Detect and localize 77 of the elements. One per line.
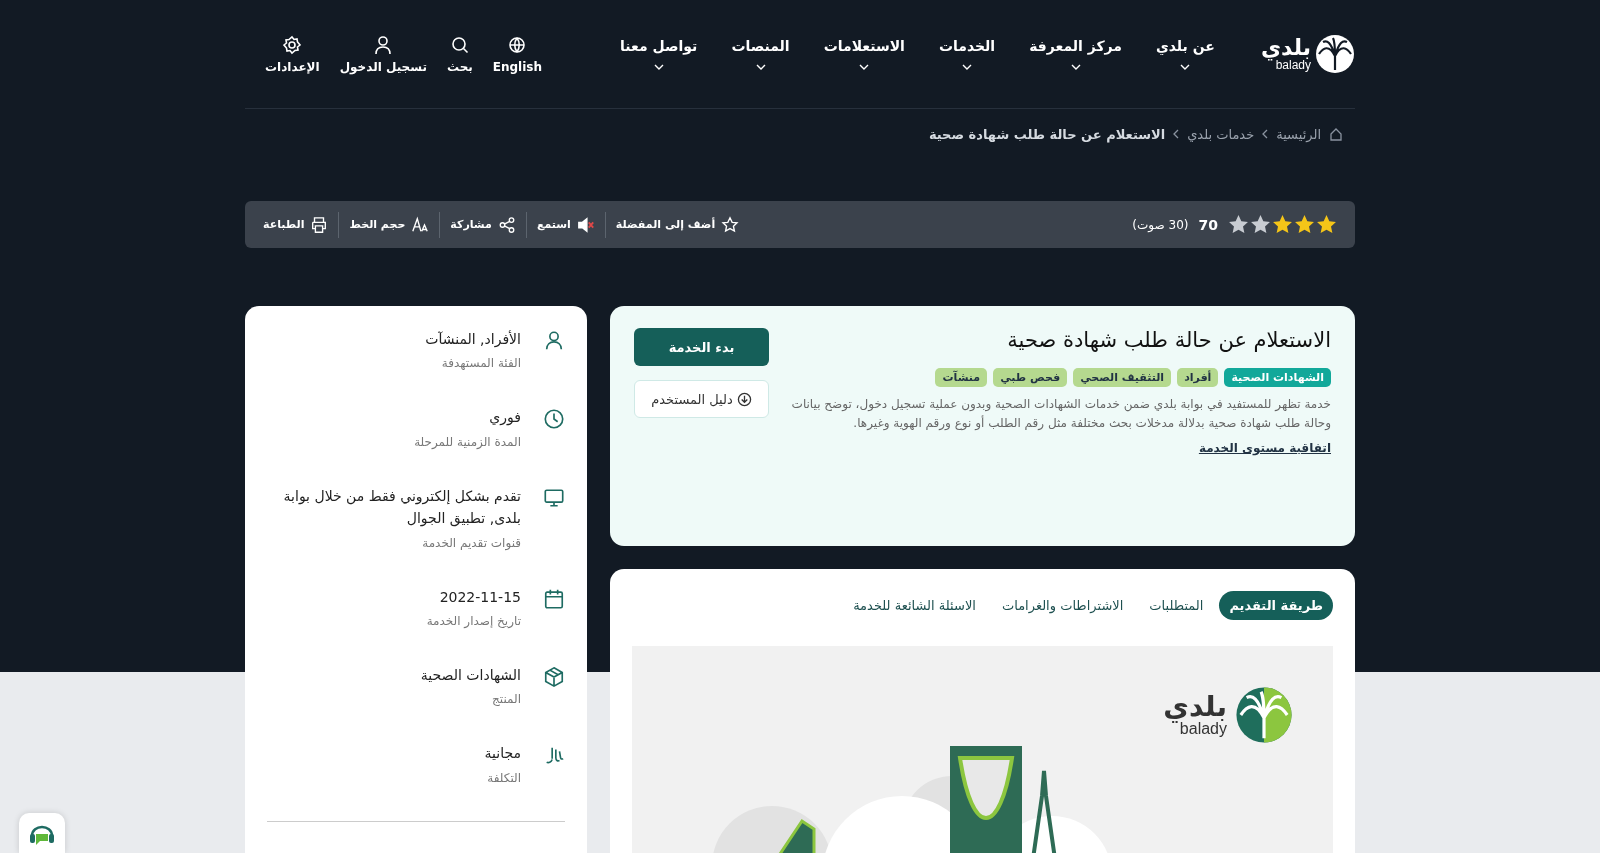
share-icon [497,215,516,234]
detail-value: الشهادات الصحية [420,665,521,686]
tab[interactable]: طريقة التقديم [1219,591,1333,620]
logo-arabic-text: بلدي [1260,37,1311,59]
header-utility-button[interactable]: الإعدادات [265,34,320,74]
header-utility-button[interactable]: بحث [446,34,473,74]
logo-latin-text: balady [1179,721,1227,737]
detail-value: الأفراد, المنشآت [425,329,521,350]
nav-menu-item[interactable]: المنصات [731,38,790,70]
category-tag: منشآت [935,368,988,387]
nav-menu-item[interactable]: الاستعلامات [823,38,905,70]
toolbar-action-button[interactable]: الطباعة [263,215,329,234]
sla-link[interactable]: اتفاقية مستوى الخدمة [1198,441,1331,456]
detail-label: المنتج [491,692,521,707]
nav-menu-item[interactable]: الخدمات [938,38,996,70]
speaker-icon [576,215,595,234]
user-icon [373,34,394,55]
tab[interactable]: الاسئلة الشائعة للخدمة [843,591,986,620]
header-utility-button[interactable]: تسجيل الدخول [339,34,427,74]
search-icon [449,34,470,55]
chevron-down-icon [1180,64,1191,70]
calendar-icon [543,587,565,610]
monitor-icon [543,486,565,509]
home-icon [1329,127,1343,141]
category-tag: أفراد [1177,368,1219,387]
nav-menu-item[interactable]: تواصل معنا [620,38,698,70]
detail-value: تقدم بشكل إلكتروني فقط من خلال بوابة بلدى, تطبيق الجوال [282,486,521,529]
user-icon [543,330,565,352]
detail-value: مجانية [484,744,521,764]
gear-icon [282,34,303,55]
service-description: خدمة تظهر للمستفيد في بوابة بلدي ضمن خدمات الشهادات الصحية وبدون عملية تسجيل دخول، توضح بيانات وحالة طلب شهادة صحية بدلالة مدخلات بحث مختلفة مثل رقم الطلب أو نوع ورقم الهوية وغيرها. [790,396,1331,433]
chevron-down-icon [755,64,766,70]
detail-label: التكلفة [486,770,521,785]
toolbar-action-button[interactable]: أضف إلى المفضلة [615,215,740,234]
user-guide-button[interactable]: دليل المستخدم [634,380,769,418]
download-icon [736,391,752,407]
detail-label: المدة الزمنية للمرحلة [414,434,521,449]
chevron-down-icon [962,64,972,70]
rating-value: 70 [1198,216,1218,233]
category-tag: فحص طبي [993,368,1068,387]
chevron-down-icon [1070,64,1081,70]
detail-value: فوري [488,408,521,428]
nav-menu-item[interactable]: عن بلدي [1155,38,1215,70]
palm-logo-icon [1315,34,1355,74]
logo-latin-text: balady [1275,59,1311,71]
nav-menu-item[interactable]: مركز المعرفة [1029,38,1122,70]
vote-count: (30 صوت) [1132,217,1189,232]
chevron-down-icon [859,64,870,70]
tab[interactable]: الاشتراطات والغرامات [991,591,1134,620]
toolbar-action-button[interactable]: مشاركة [450,215,516,234]
detail-label: تاريخ إصدار الخدمة [426,613,521,628]
star-icon [721,215,740,234]
detail-label: قنوات تقديم الخدمة [421,535,521,550]
support-chat-button[interactable] [19,813,65,853]
chevron-icon [1262,129,1269,139]
breadcrumb-link[interactable]: الرئيسية [1276,126,1321,142]
toolbar-action-button[interactable]: استمع [536,215,595,234]
globe-icon [507,34,528,55]
start-service-button[interactable]: بدء الخدمة [634,328,769,366]
box-icon [543,665,565,688]
chevron-icon [1173,129,1180,139]
breadcrumb-link[interactable]: الاستعلام عن حالة طلب شهادة صحية [928,126,1166,142]
chevron-down-icon [653,64,664,70]
breadcrumb-link[interactable]: خدمات بلدي [1187,126,1255,142]
detail-value: 2022-11-15 [438,587,521,607]
service-title: الاستعلام عن حالة طلب شهادة صحية [1006,328,1331,352]
print-icon [310,215,329,234]
category-tag: الشهادات الصحية [1224,368,1331,387]
toolbar-action-button[interactable]: حجم الخط [349,215,430,234]
logo-arabic-text: بلدي [1163,693,1227,721]
clock-icon [543,408,565,431]
tab[interactable]: المتطلبات [1139,591,1214,620]
header-utility-button[interactable]: English [492,34,543,74]
font-icon [411,215,430,234]
category-tag: التثقيف الصحي [1073,368,1172,387]
palm-logo-icon [1235,686,1293,744]
detail-label: الفئة المستهدفة [440,356,521,371]
